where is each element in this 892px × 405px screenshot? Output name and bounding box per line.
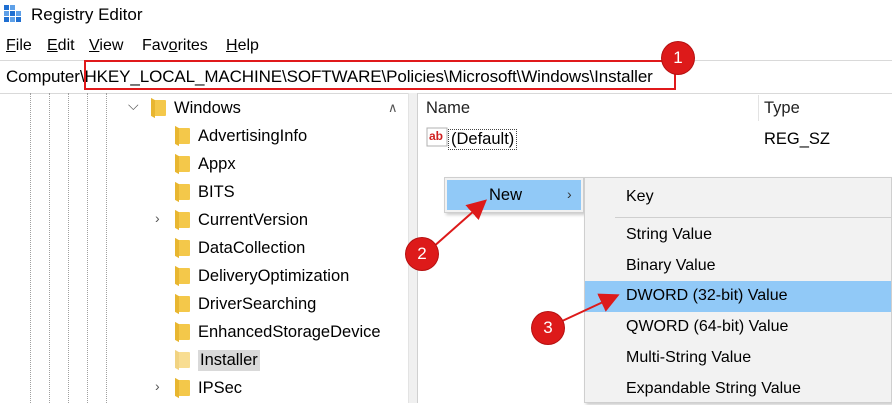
folder-icon [178, 128, 190, 144]
tree-item-datacollection[interactable]: DataCollection [178, 234, 305, 262]
expand-chevron-icon[interactable]: › [155, 210, 160, 226]
submenu-multi-string-value[interactable]: Multi-String Value [585, 343, 891, 374]
folder-icon [178, 240, 190, 256]
folder-icon [178, 380, 190, 396]
annotation-badge-1: 1 [662, 42, 694, 74]
title-bar: Registry Editor [0, 0, 892, 30]
menu-file[interactable]: File [6, 37, 32, 55]
expand-chevron-icon[interactable]: › [155, 378, 160, 394]
folder-icon [154, 100, 166, 116]
annotation-badge-3: 3 [532, 312, 564, 344]
menu-bar: File Edit View Favorites Help [0, 32, 892, 60]
submenu-key[interactable]: Key [585, 182, 891, 213]
annotation-highlight-box [84, 60, 676, 90]
folder-icon [178, 212, 190, 228]
menu-favorites[interactable]: Favorites [142, 37, 208, 55]
open-folder-icon [178, 352, 190, 368]
column-divider[interactable] [758, 95, 759, 121]
submenu-string-value[interactable]: String Value [585, 220, 891, 251]
tree-item-advertisinginfo[interactable]: AdvertisingInfo [178, 122, 307, 150]
submenu-dword-value[interactable]: DWORD (32-bit) Value [585, 281, 891, 312]
menu-view[interactable]: View [89, 37, 123, 55]
new-submenu: Key String Value Binary Value DWORD (32-… [584, 177, 892, 403]
tree-item-ipsec[interactable]: IPSec [178, 374, 242, 402]
tree-item-deliveryoptimization[interactable]: DeliveryOptimization [178, 262, 349, 290]
context-menu: New › [444, 177, 584, 213]
registry-editor-app-icon [4, 5, 21, 22]
submenu-binary-value[interactable]: Binary Value [585, 251, 891, 282]
menu-edit[interactable]: Edit [47, 37, 75, 55]
context-menu-new[interactable]: New › [447, 180, 581, 210]
tree-item-installer[interactable]: Installer [178, 346, 260, 374]
column-header-type[interactable]: Type [764, 99, 800, 118]
tree-item-bits[interactable]: BITS [178, 178, 235, 206]
tree-item-currentversion[interactable]: CurrentVersion [178, 206, 308, 234]
value-row-type: REG_SZ [764, 130, 831, 148]
column-header-name[interactable]: Name [426, 99, 470, 118]
collapse-chevron-icon[interactable]: ⌵ [128, 97, 139, 114]
menu-help[interactable]: Help [226, 37, 259, 55]
annotation-badge-2: 2 [406, 238, 438, 270]
menu-separator [615, 217, 891, 218]
tree-item-driversearching[interactable]: DriverSearching [178, 290, 316, 318]
submenu-arrow-icon: › [567, 186, 572, 202]
folder-icon [178, 156, 190, 172]
window-title: Registry Editor [31, 5, 143, 24]
submenu-qword-value[interactable]: QWORD (64-bit) Value [585, 312, 891, 343]
folder-icon [178, 324, 190, 340]
submenu-expandable-string-value[interactable]: Expandable String Value [585, 374, 891, 405]
folder-icon [178, 296, 190, 312]
scroll-up-arrow-icon[interactable]: ∧ [388, 100, 398, 116]
folder-icon [178, 184, 190, 200]
folder-icon [178, 268, 190, 284]
tree-item-windows[interactable]: Windows [154, 94, 241, 122]
registry-tree[interactable]: ⌵ Windows AdvertisingInfo Appx BITS › Cu… [0, 93, 408, 403]
svg-text:ab: ab [429, 129, 443, 143]
tree-item-enhancedstoragedevice[interactable]: EnhancedStorageDevice [178, 318, 381, 346]
string-value-ab-icon: ab [426, 127, 448, 147]
tree-item-appx[interactable]: Appx [178, 150, 236, 178]
value-row-name[interactable]: (Default) [448, 129, 518, 150]
